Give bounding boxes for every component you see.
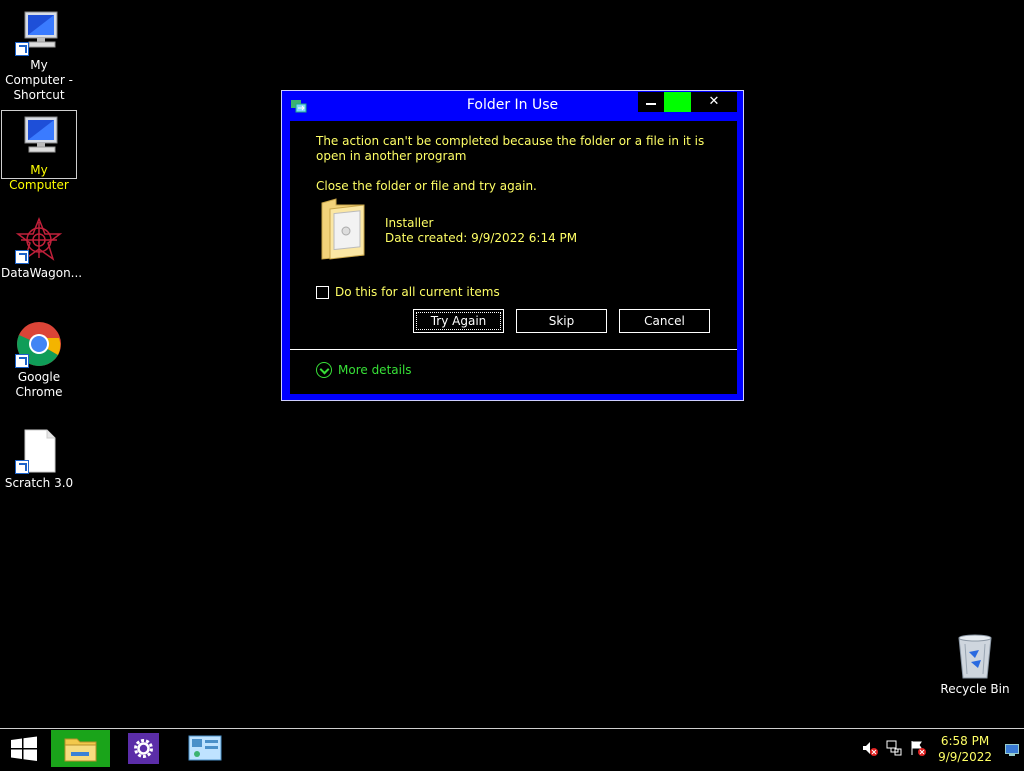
start-button[interactable] — [0, 730, 48, 767]
desktop-icon-google-chrome[interactable]: Google Chrome — [1, 318, 77, 404]
desktop-icon-label: My Computer — [9, 163, 69, 192]
datawagon-icon — [15, 216, 63, 264]
instruction-text: Close the folder or file and try again. — [316, 179, 537, 193]
taskbar: 6:58 PM 9/9/2022 — [0, 728, 1024, 768]
clock-date: 9/9/2022 — [938, 750, 992, 764]
taskbar-control-panel[interactable] — [176, 730, 234, 767]
desktop-icon-label: Google Chrome — [15, 370, 63, 399]
recycle-bin-icon — [951, 632, 999, 680]
more-details-toggle[interactable]: More details — [316, 362, 412, 378]
desktop-icon-my-computer-shortcut[interactable]: My Computer - Shortcut — [1, 6, 77, 102]
computer-icon — [15, 113, 63, 161]
gear-icon — [128, 733, 159, 764]
maximize-button[interactable] — [664, 92, 691, 112]
clock-time: 6:58 PM — [940, 734, 990, 748]
do-for-all-checkbox-row[interactable]: Do this for all current items — [316, 285, 500, 299]
try-again-button[interactable]: Try Again — [413, 309, 504, 333]
tray-clock[interactable]: 6:58 PM 9/9/2022 — [938, 733, 992, 765]
file-name: Installer — [385, 216, 434, 230]
desktop-icon-label: Recycle Bin — [940, 682, 1010, 696]
desktop-icon-label: Scratch 3.0 — [4, 476, 74, 490]
shortcut-arrow-icon — [15, 460, 29, 474]
desktop-icon-scratch[interactable]: Scratch 3.0 — [1, 424, 77, 494]
taskbar-file-explorer[interactable] — [51, 730, 110, 767]
desktop-icon-my-computer[interactable]: My Computer — [1, 110, 77, 192]
checkbox-label: Do this for all current items — [335, 285, 500, 299]
desktop-icon-recycle-bin[interactable]: Recycle Bin — [937, 630, 1013, 700]
chevron-down-icon — [316, 362, 332, 378]
control-panel-icon — [188, 735, 222, 761]
shortcut-arrow-icon — [15, 42, 29, 56]
shortcut-arrow-icon — [15, 250, 29, 264]
network-icon[interactable] — [886, 740, 902, 756]
cancel-button[interactable]: Cancel — [619, 309, 710, 333]
document-icon — [15, 426, 63, 474]
desktop-icon-datawagon[interactable]: DataWagon... — [1, 214, 83, 284]
folder-in-use-dialog: Folder In Use ✕ The action can't be comp… — [281, 90, 744, 401]
do-for-all-checkbox[interactable] — [316, 285, 329, 299]
computer-icon — [15, 8, 63, 56]
dialog-divider — [290, 349, 737, 350]
chrome-icon — [15, 320, 63, 368]
minimize-button[interactable] — [638, 92, 664, 112]
error-message: The action can't be completed because th… — [316, 134, 705, 163]
close-button[interactable]: ✕ — [691, 92, 737, 112]
more-details-label: More details — [338, 363, 412, 377]
folder-icon — [320, 197, 366, 261]
shortcut-arrow-icon — [15, 354, 29, 368]
file-date: Date created: 9/9/2022 6:14 PM — [385, 231, 578, 245]
taskbar-settings[interactable] — [114, 730, 172, 767]
dialog-content: The action can't be completed because th… — [290, 121, 737, 394]
desktop-icon-label: DataWagon... — [1, 266, 83, 280]
windows-logo-icon — [11, 736, 37, 761]
skip-button[interactable]: Skip — [516, 309, 607, 333]
volume-muted-icon[interactable] — [862, 740, 878, 756]
file-explorer-icon — [64, 738, 97, 762]
desktop-icon-label: My Computer - Shortcut — [5, 58, 73, 102]
show-desktop-icon[interactable] — [1005, 741, 1019, 756]
action-center-flag-icon[interactable] — [910, 740, 926, 756]
